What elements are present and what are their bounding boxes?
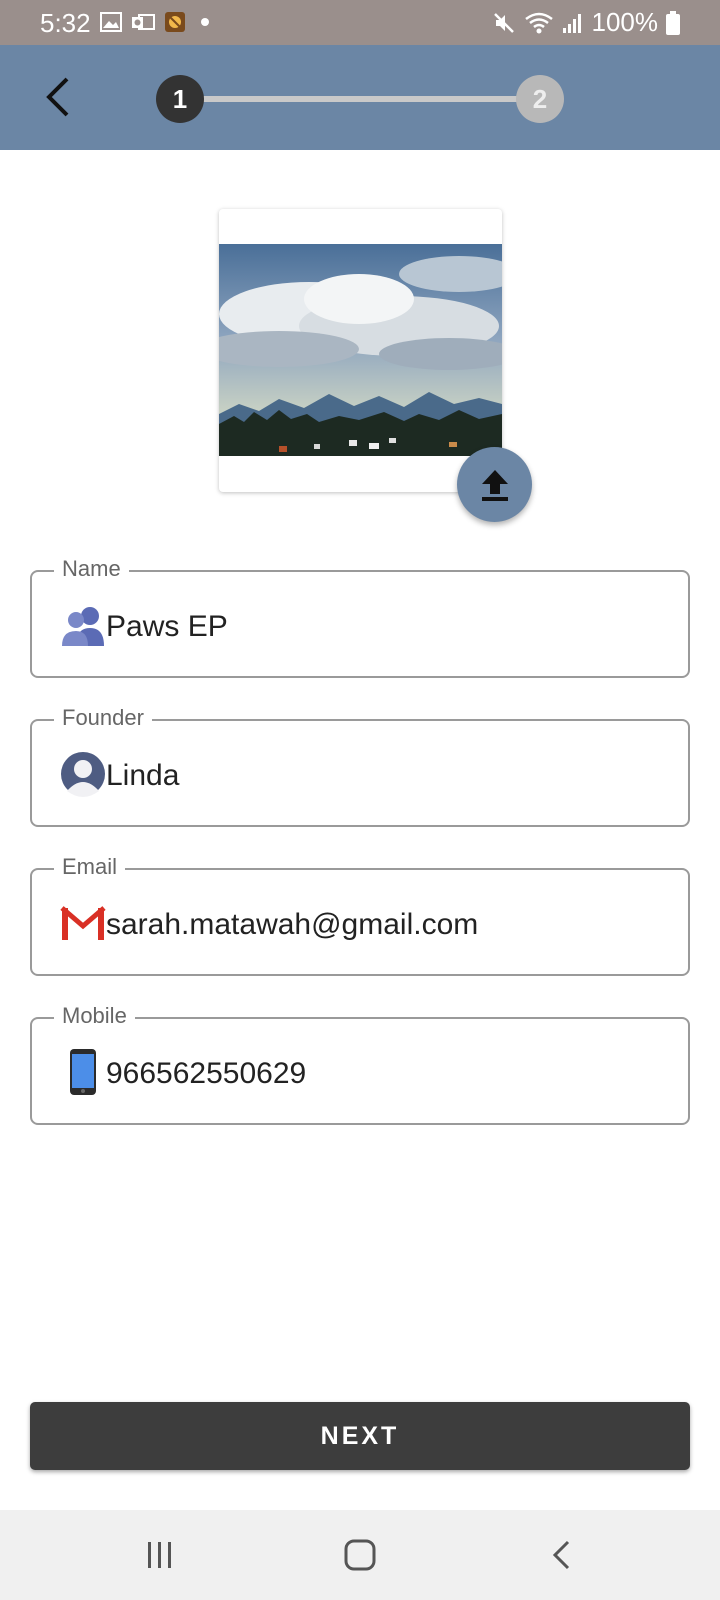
mobile-field[interactable]: Mobile 966562550629 xyxy=(30,1003,690,1125)
founder-label: Founder xyxy=(54,705,152,731)
nav-back-button[interactable] xyxy=(532,1530,592,1580)
email-value[interactable]: sarah.matawah@gmail.com xyxy=(106,908,478,942)
app-icon xyxy=(165,12,185,32)
phone-icon xyxy=(70,1049,96,1095)
app-bar: 1 2 xyxy=(0,45,720,150)
step-2: 2 xyxy=(516,75,564,123)
system-nav-bar xyxy=(0,1510,720,1600)
step-1: 1 xyxy=(156,75,204,123)
mute-icon xyxy=(493,12,514,33)
photo-preview xyxy=(219,209,502,492)
dot-icon xyxy=(201,18,209,26)
person-icon xyxy=(61,752,105,797)
notification-icons xyxy=(100,11,215,33)
upload-icon xyxy=(481,469,508,501)
upload-button[interactable] xyxy=(457,447,532,522)
gmail-icon xyxy=(60,906,106,940)
wifi-icon xyxy=(524,12,553,33)
email-label: Email xyxy=(54,854,126,880)
status-bar: 5:32 100% xyxy=(0,0,720,45)
back-icon xyxy=(552,1540,570,1570)
name-field[interactable]: Name Paws EP xyxy=(30,556,690,678)
home-icon xyxy=(344,1539,376,1571)
founder-value[interactable]: Linda xyxy=(106,759,179,793)
back-button[interactable] xyxy=(28,67,88,127)
next-button[interactable]: NEXT xyxy=(30,1402,690,1470)
battery-percent: 100% xyxy=(591,7,659,37)
name-value[interactable]: Paws EP xyxy=(106,610,228,644)
recents-button[interactable] xyxy=(130,1530,190,1580)
status-system-icons: 100% xyxy=(492,7,680,38)
mobile-label: Mobile xyxy=(54,1003,135,1029)
home-button[interactable] xyxy=(330,1530,390,1580)
stepper: 1 2 xyxy=(156,75,564,123)
recents-icon xyxy=(148,1542,171,1568)
gallery-icon xyxy=(100,12,122,32)
signal-icon xyxy=(562,13,581,33)
mobile-value[interactable]: 966562550629 xyxy=(106,1057,306,1091)
email-field[interactable]: Email sarah.matawah@gmail.com xyxy=(30,854,690,976)
name-label: Name xyxy=(54,556,129,582)
founder-field[interactable]: Founder Linda xyxy=(30,705,690,827)
stepper-line xyxy=(180,96,540,102)
outlook-icon xyxy=(132,14,155,30)
battery-icon xyxy=(666,10,680,35)
status-time: 5:32 xyxy=(40,8,91,38)
people-icon xyxy=(62,607,104,646)
chevron-left-icon xyxy=(46,77,69,117)
landscape-photo xyxy=(219,244,502,456)
